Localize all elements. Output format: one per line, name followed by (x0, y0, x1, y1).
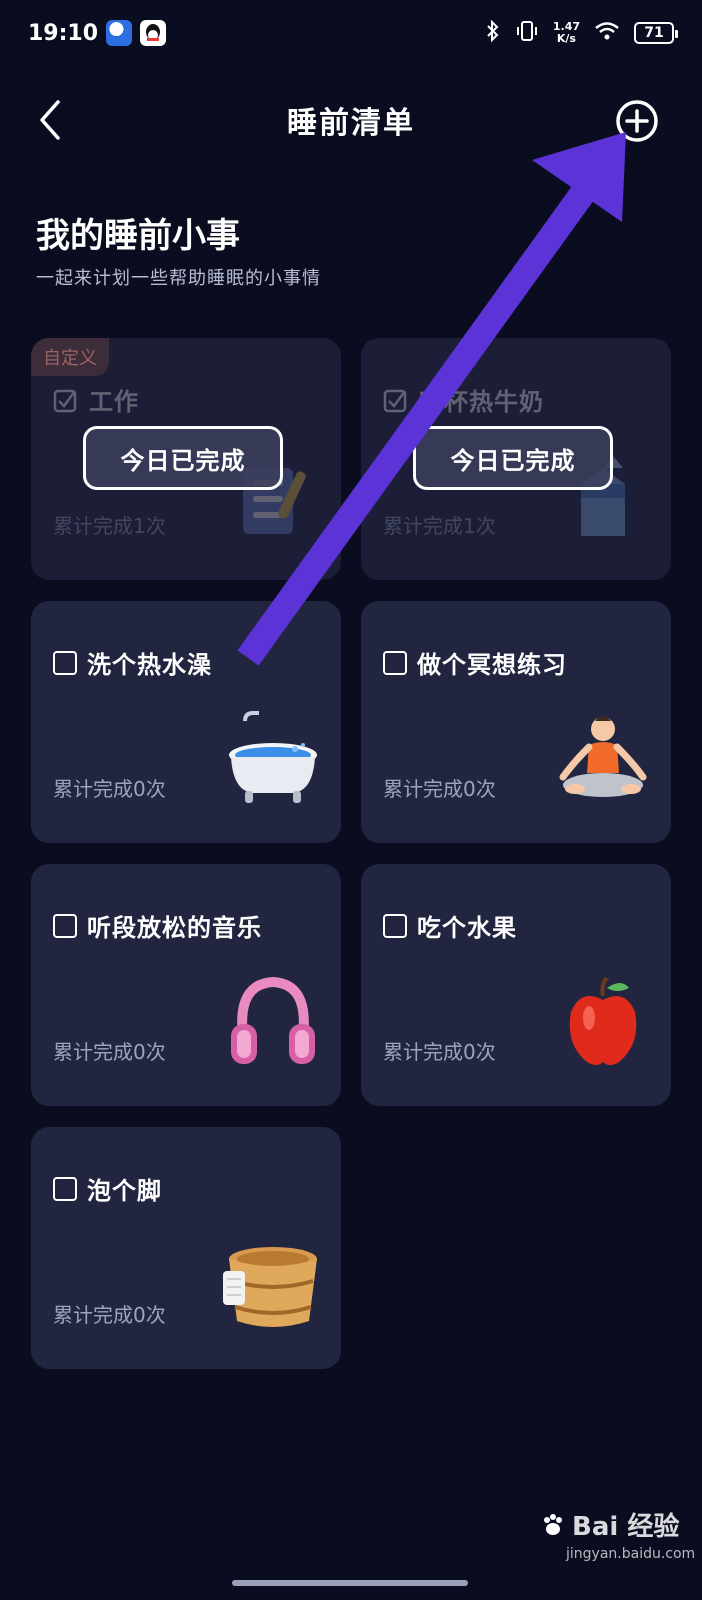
page-title: 睡前清单 (287, 106, 415, 141)
checked-box-icon (53, 389, 77, 412)
custom-tag: 自定义 (31, 338, 109, 376)
card-title-row: 吃个水果 (383, 908, 517, 943)
bluetooth-icon (485, 19, 501, 47)
apple-illustration (553, 974, 653, 1074)
card-title-row: 喝杯热牛奶 (383, 382, 544, 417)
battery-indicator: 71 (634, 22, 678, 44)
status-bar: 19:10 1.47 K/s 71 (0, 0, 702, 66)
headphones-illustration (223, 974, 323, 1074)
card-title: 听段放松的音乐 (87, 914, 262, 942)
card-title-row: 工作 (53, 382, 139, 417)
nav-bar: 睡前清单 (0, 84, 702, 156)
bathtub-illustration (223, 711, 323, 811)
status-right: 1.47 K/s 71 (485, 19, 678, 47)
card-count: 累计完成0次 (53, 1303, 166, 1327)
section-headline: 我的睡前小事 (36, 216, 240, 256)
add-button[interactable] (612, 96, 662, 146)
status-left: 19:10 (28, 20, 167, 46)
net-speed: 1.47 K/s (553, 21, 580, 45)
task-checkbox[interactable] (383, 913, 407, 938)
net-speed-unit: K/s (556, 32, 576, 45)
task-card-eat-fruit[interactable]: 吃个水果 累计完成0次 (361, 864, 671, 1106)
checked-box-icon (383, 389, 407, 412)
task-card-meditation[interactable]: 做个冥想练习 累计完成0次 (361, 601, 671, 843)
watermark-url: jingyan.baidu.com (566, 1546, 696, 1562)
meditation-illustration (553, 711, 653, 811)
card-title-row: 做个冥想练习 (383, 645, 567, 680)
vibrate-icon (515, 20, 539, 47)
card-count: 累计完成0次 (53, 1040, 166, 1064)
task-checkbox[interactable] (53, 1176, 77, 1201)
card-title: 喝杯热牛奶 (419, 388, 544, 416)
task-card-work[interactable]: 自定义 工作 累计完成1次 今日已完成 (31, 338, 341, 580)
card-count: 累计完成1次 (53, 514, 166, 538)
card-count: 累计完成0次 (383, 777, 496, 801)
task-checkbox[interactable] (53, 650, 77, 675)
task-card-foot-soak[interactable]: 泡个脚 累计完成0次 (31, 1127, 341, 1369)
card-title: 工作 (89, 388, 139, 416)
task-checkbox[interactable] (53, 913, 77, 938)
status-time: 19:10 (28, 20, 99, 46)
paw-logo-icon (544, 1513, 562, 1535)
card-title: 吃个水果 (417, 914, 517, 942)
task-card-hot-bath[interactable]: 洗个热水澡 累计完成0次 (31, 601, 341, 843)
task-card-hot-milk[interactable]: 喝杯热牛奶 累计完成1次 今日已完成 (361, 338, 671, 580)
card-count: 累计完成1次 (383, 514, 496, 538)
foot-tub-illustration (223, 1237, 323, 1337)
task-card-relaxing-music[interactable]: 听段放松的音乐 累计完成0次 (31, 864, 341, 1106)
plus-circle-icon (616, 100, 658, 142)
home-indicator[interactable] (232, 1580, 468, 1586)
task-checkbox[interactable] (383, 650, 407, 675)
qq-app-icon (140, 20, 167, 46)
card-title-row: 听段放松的音乐 (53, 908, 262, 943)
card-title: 洗个热水澡 (87, 651, 212, 679)
wifi-icon (594, 21, 620, 46)
weather-app-icon (106, 20, 133, 46)
card-title-row: 洗个热水澡 (53, 645, 212, 680)
card-title-row: 泡个脚 (53, 1171, 162, 1206)
card-count: 累计完成0次 (53, 777, 166, 801)
card-title: 做个冥想练习 (417, 651, 567, 679)
section-subheadline: 一起来计划一些帮助睡眠的小事情 (36, 268, 321, 289)
done-today-button[interactable]: 今日已完成 (83, 426, 283, 490)
baidu-jingyan-watermark: Bai 经验 (540, 1506, 679, 1543)
card-title: 泡个脚 (87, 1177, 162, 1205)
done-today-button[interactable]: 今日已完成 (413, 426, 613, 490)
card-count: 累计完成0次 (383, 1040, 496, 1064)
watermark-brand: Bai 经验 (572, 1512, 680, 1542)
